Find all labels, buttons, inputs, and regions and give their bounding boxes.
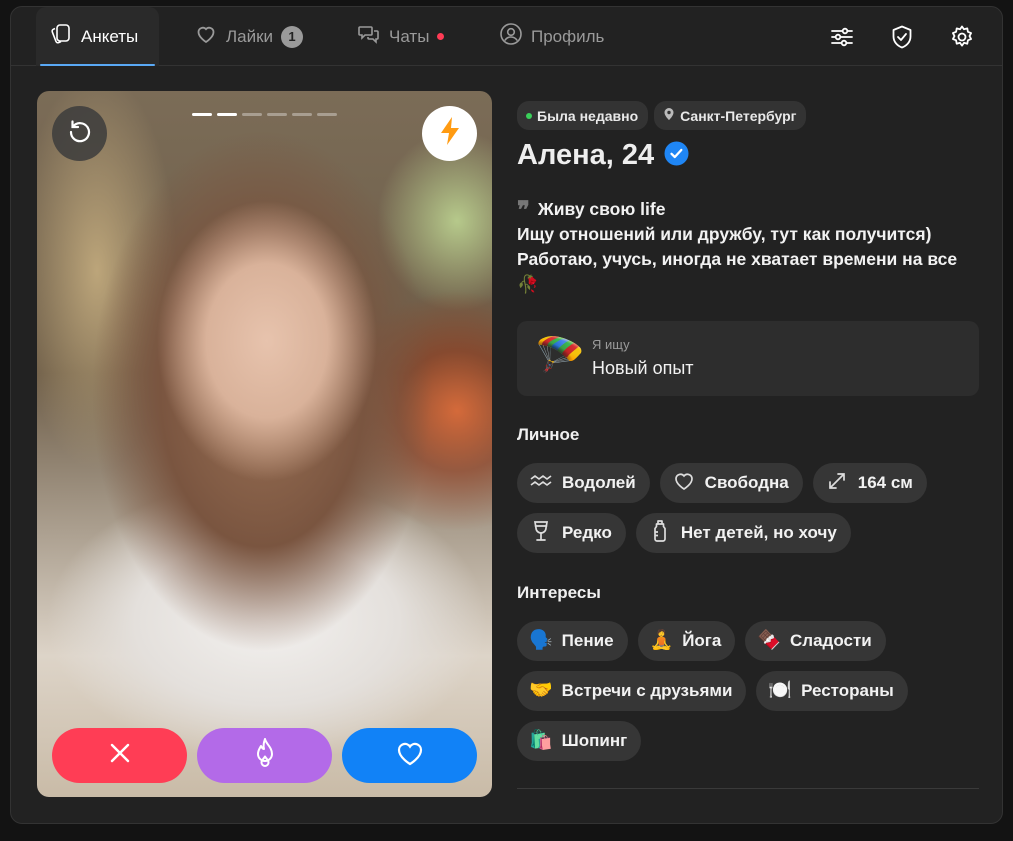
shield-check-icon[interactable]: [889, 24, 915, 50]
chip-label: Встречи с друзьями: [561, 681, 733, 700]
tab-anketi[interactable]: Анкеты: [36, 7, 159, 66]
chip-alcohol[interactable]: Редко: [517, 513, 626, 553]
swipe-actions: [52, 728, 477, 783]
photo-progress-segment: [192, 113, 212, 116]
chip-interest-restaurants[interactable]: 🍽️ Рестораны: [756, 671, 908, 711]
chip-height[interactable]: 164 см: [812, 463, 927, 503]
gear-icon[interactable]: [949, 24, 975, 50]
looking-for-label: Я ищу: [592, 337, 630, 352]
online-status-badge: Была недавно: [517, 101, 649, 130]
chip-zodiac[interactable]: Водолей: [517, 463, 650, 503]
profile-bio: ❞ Живу свою life Ищу отношений или дружбу…: [517, 197, 979, 297]
looking-for-card: 🪂 Я ищу Новый опыт: [517, 321, 979, 396]
bio-line: Работаю, учусь, иногда не хватает времен…: [517, 249, 958, 269]
heart-icon: [194, 22, 218, 51]
interests-section-title: Интересы: [517, 583, 601, 602]
chip-label: Нет детей, но хочу: [680, 523, 837, 542]
likes-count-badge: 1: [281, 25, 304, 48]
chip-children[interactable]: Нет детей, но хочу: [635, 513, 851, 553]
tab-likes[interactable]: Лайки 1: [194, 7, 304, 66]
photo-progress-segment: [217, 113, 237, 116]
top-navigation: Анкеты Лайки 1 Чаты Профиль: [11, 7, 1002, 66]
chip-label: Свободна: [704, 473, 789, 492]
parachute-icon: 🪂: [535, 334, 585, 378]
flame-icon: [251, 737, 279, 774]
chip-label: Водолей: [562, 473, 636, 492]
undo-icon: [66, 117, 94, 150]
speaking-head-icon: 🗣️: [529, 630, 553, 651]
chip-label: 164 см: [857, 473, 913, 492]
chip-relationship[interactable]: Свободна: [659, 463, 803, 503]
filters-icon[interactable]: [829, 24, 855, 50]
baby-bottle-icon: [648, 519, 672, 548]
handshake-icon: 🤝: [529, 680, 553, 701]
chip-label: Рестораны: [801, 681, 894, 700]
personal-section-title: Личное: [517, 425, 580, 444]
chip-interest-shopping[interactable]: 🛍️ Шопинг: [517, 721, 642, 761]
online-dot: [526, 112, 532, 119]
chip-label: Редко: [562, 523, 612, 542]
photo-progress-segment: [267, 113, 287, 116]
section-divider: [517, 788, 979, 789]
location-pin-icon: [663, 107, 675, 124]
profile-photo[interactable]: [37, 91, 492, 797]
chip-interest-yoga[interactable]: 🧘 Йога: [637, 621, 736, 661]
personal-chips: Водолей Свободна 164 см Редко Нет детей,…: [517, 463, 987, 553]
plate-icon: 🍽️: [768, 680, 793, 701]
unread-dot: [437, 33, 445, 40]
interest-chips: 🗣️ Пение 🧘 Йога 🍫 Сладости 🤝 Встречи с д…: [517, 621, 987, 761]
chocolate-icon: 🍫: [757, 630, 782, 651]
chip-label: Йога: [682, 631, 722, 650]
yoga-icon: 🧘: [649, 630, 674, 651]
expand-arrows-icon: [825, 469, 849, 498]
bio-line: Живу свою life: [537, 199, 666, 219]
photo-progress-segment: [317, 113, 337, 116]
chat-bubbles-icon: [357, 22, 381, 51]
profile-name: Алена, 24: [517, 139, 655, 171]
aquarius-icon: [529, 469, 553, 498]
close-icon: [108, 741, 132, 770]
like-button[interactable]: [342, 728, 477, 783]
tab-label: Чаты: [389, 26, 430, 46]
tab-chats[interactable]: Чаты: [357, 7, 445, 66]
heart-outline-icon: [672, 469, 696, 498]
chip-interest-singing[interactable]: 🗣️ Пение: [517, 621, 628, 661]
name-row: Алена, 24: [517, 139, 689, 172]
boost-button[interactable]: [422, 106, 477, 161]
heart-icon: [395, 739, 425, 772]
app-window: Анкеты Лайки 1 Чаты Профиль Была недавно…: [10, 6, 1003, 824]
bio-emoji: 🥀: [517, 274, 539, 294]
lightning-icon: [437, 116, 463, 151]
looking-for-value: Новый опыт: [592, 358, 694, 378]
tab-label: Анкеты: [81, 26, 139, 46]
verified-badge-icon: [664, 141, 689, 171]
city-text: Санкт-Петербург: [680, 107, 797, 124]
cards-icon: [49, 22, 73, 51]
chip-label: Сладости: [790, 631, 872, 650]
chip-interest-sweets[interactable]: 🍫 Сладости: [745, 621, 886, 661]
photo-progress-segment: [242, 113, 262, 116]
undo-button[interactable]: [52, 106, 107, 161]
chip-interest-friends[interactable]: 🤝 Встречи с друзьями: [517, 671, 747, 711]
status-chips: Была недавно Санкт-Петербург: [517, 101, 807, 130]
tab-profile[interactable]: Профиль: [499, 7, 604, 66]
bio-line: Ищу отношений или дружбу, тут как получи…: [517, 224, 932, 244]
photo-progress-segment: [292, 113, 312, 116]
wine-glass-icon: [529, 519, 553, 548]
online-status-text: Была недавно: [537, 107, 639, 124]
chip-label: Шопинг: [561, 731, 628, 750]
dislike-button[interactable]: [52, 728, 187, 783]
user-circle-icon: [499, 22, 523, 51]
superlike-button[interactable]: [197, 728, 332, 783]
tab-label: Лайки: [226, 26, 274, 46]
chip-label: Пение: [561, 631, 614, 650]
shopping-bags-icon: 🛍️: [529, 730, 553, 751]
photo-progress-indicator: [192, 113, 337, 116]
quote-icon: ❞: [517, 195, 530, 224]
city-badge: Санкт-Петербург: [654, 101, 807, 130]
tab-label: Профиль: [531, 26, 605, 46]
